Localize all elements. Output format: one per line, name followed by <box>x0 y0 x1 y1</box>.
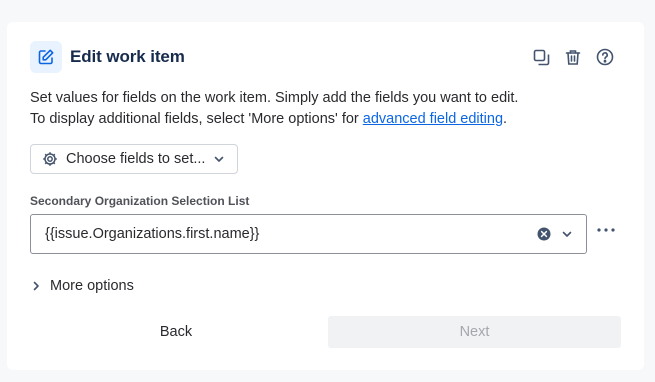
delete-icon <box>565 49 581 65</box>
clear-icon[interactable] <box>537 227 551 241</box>
duplicate-button[interactable] <box>529 45 553 69</box>
description: Set values for fields on the work item. … <box>30 88 630 130</box>
page-title: Edit work item <box>70 47 185 66</box>
gear-icon <box>43 152 57 166</box>
more-options-label: More options <box>50 278 134 294</box>
back-button[interactable]: Back <box>30 316 322 348</box>
field-label: Secondary Organization Selection List <box>30 194 250 208</box>
duplicate-icon <box>533 49 549 65</box>
more-horizontal-icon <box>597 228 615 232</box>
panel-header: Edit work item <box>30 41 622 73</box>
help-icon <box>596 48 614 66</box>
advanced-field-editing-link[interactable]: advanced field editing <box>363 111 503 127</box>
edit-work-item-panel: Edit work item Set values for fields on … <box>7 22 644 370</box>
edit-icon <box>30 41 62 73</box>
description-line-2-prefix: To display additional fields, select 'Mo… <box>30 111 363 127</box>
choose-fields-button[interactable]: Choose fields to set... <box>30 144 238 174</box>
description-line-2: To display additional fields, select 'Mo… <box>30 109 630 130</box>
chevron-down-icon[interactable] <box>560 227 574 241</box>
description-line-2-suffix: . <box>503 111 508 127</box>
organization-select-value: {{issue.Organizations.first.name}} <box>45 226 260 242</box>
more-options-toggle[interactable]: More options <box>30 276 134 296</box>
chevron-down-icon <box>213 153 225 165</box>
organization-select[interactable]: {{issue.Organizations.first.name}} <box>30 214 587 254</box>
choose-fields-label: Choose fields to set... <box>66 151 206 167</box>
help-button[interactable] <box>593 45 617 69</box>
chevron-right-icon <box>33 281 39 291</box>
next-button[interactable]: Next <box>328 316 621 348</box>
delete-button[interactable] <box>561 45 585 69</box>
description-line-1: Set values for fields on the work item. … <box>30 90 519 106</box>
field-more-actions-button[interactable] <box>595 220 617 240</box>
